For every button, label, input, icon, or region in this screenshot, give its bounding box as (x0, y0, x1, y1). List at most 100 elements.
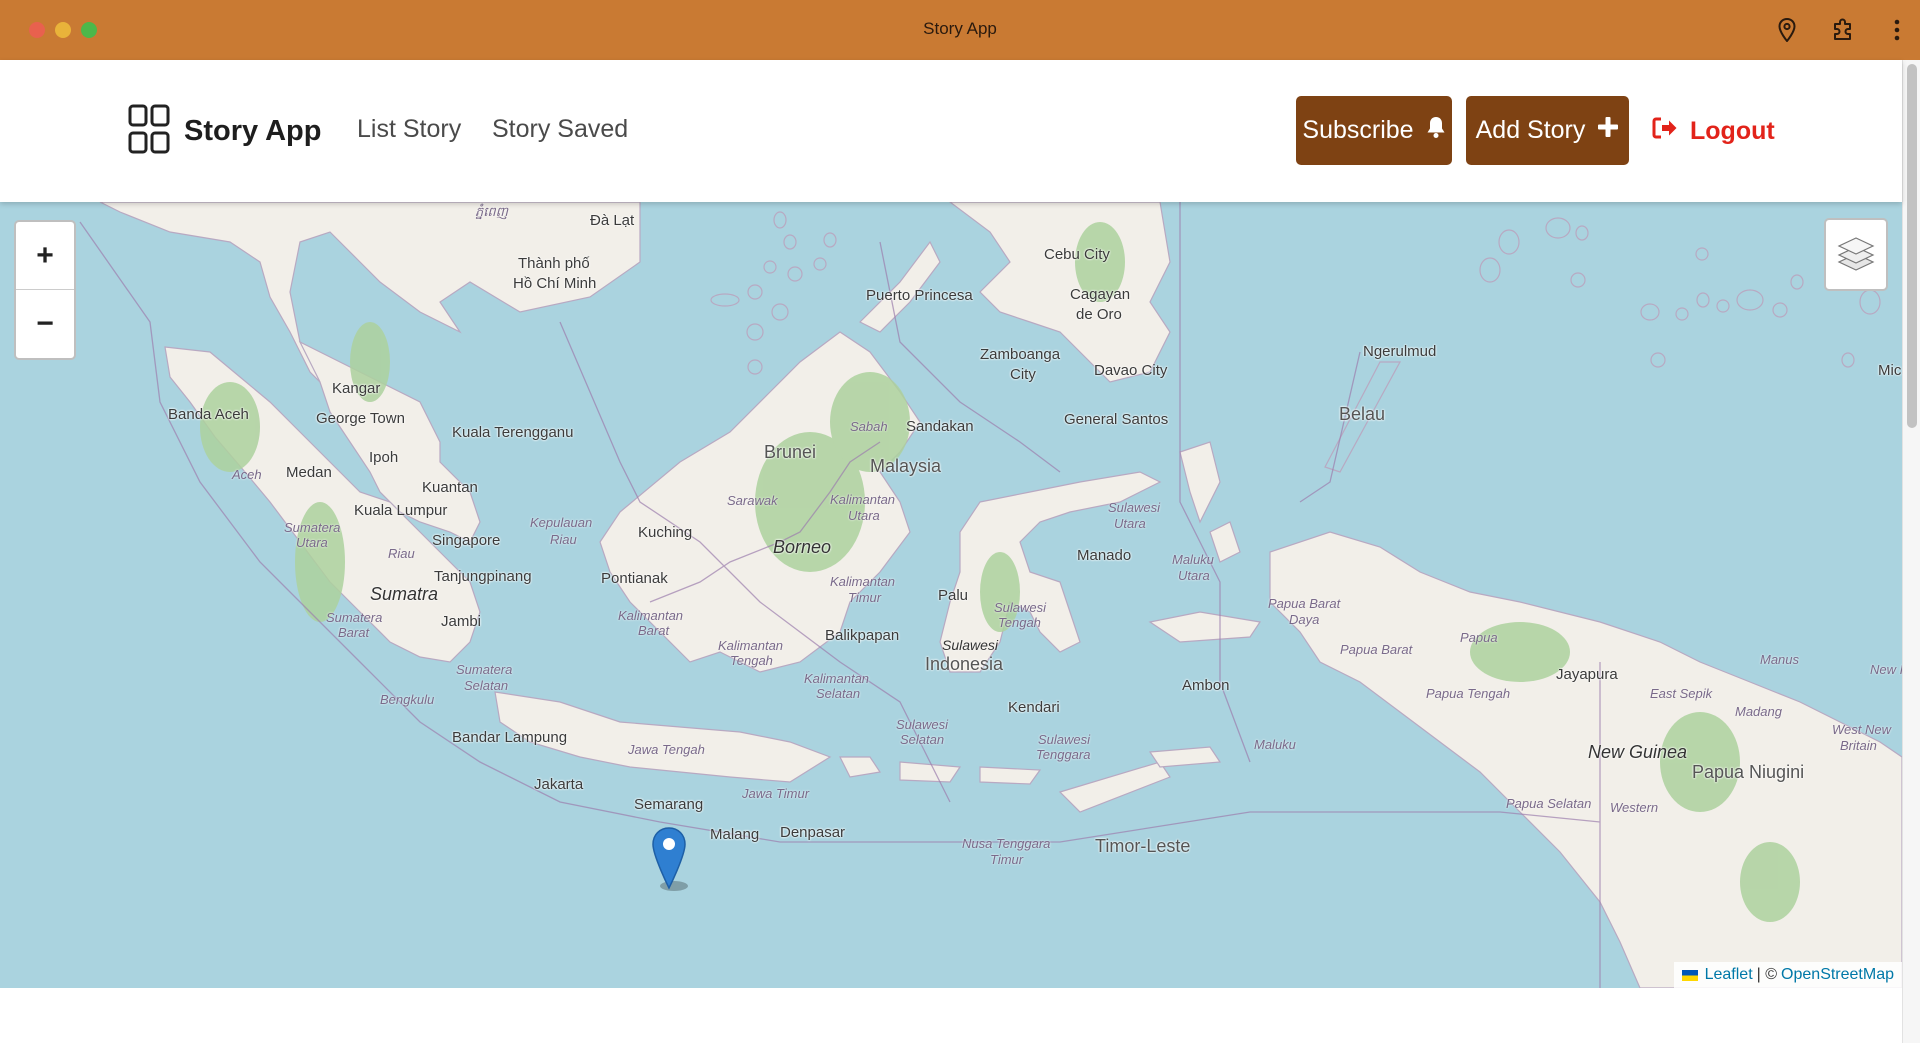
map-label: Riau (388, 546, 415, 561)
puzzle-extension-icon[interactable] (1828, 15, 1858, 45)
map-label: Jambi (441, 613, 482, 630)
location-pin-icon[interactable] (1772, 15, 1802, 45)
map-label: Kuala Terengganu (452, 424, 574, 441)
map-label: Kalimantan (804, 671, 870, 686)
map-label: Kalimantan (618, 608, 684, 623)
map-label: Sulawesi (896, 717, 949, 732)
map-label: Jawa Timur (742, 786, 810, 801)
zoom-control: + − (14, 220, 76, 360)
map-label: Utara (848, 508, 880, 523)
leaflet-link[interactable]: Leaflet (1705, 966, 1753, 984)
add-story-button[interactable]: Add Story (1466, 96, 1629, 165)
map-label: Semarang (634, 796, 704, 813)
map-label: Kepulauan (530, 515, 593, 530)
window-titlebar: Story App (0, 0, 1920, 60)
map-label: Utara (1178, 568, 1210, 583)
map-label: Medan (286, 464, 332, 481)
kebab-menu-icon[interactable] (1882, 15, 1912, 45)
map-label: Ambon (1182, 677, 1230, 694)
map-label: Malaysia (870, 456, 942, 476)
map-label: Kuantan (422, 479, 478, 496)
map-label: Kalimantan (718, 638, 784, 653)
layers-control-button[interactable] (1824, 218, 1888, 291)
map-label: Nusa Tenggara (962, 836, 1051, 851)
map-label: de Oro (1076, 306, 1122, 323)
map-label: West New (1832, 722, 1891, 737)
map-label: Sulawesi (994, 600, 1047, 615)
grid-icon (128, 104, 170, 159)
map-label: Western (1610, 800, 1659, 815)
map-label: Sumatra (370, 584, 439, 604)
map-label: Kendari (1008, 699, 1060, 716)
map-label: Pontianak (601, 570, 668, 587)
app-header: Story App List Story Story Saved Subscri… (0, 60, 1902, 202)
map-label: Palu (938, 587, 969, 604)
map-label: Ipoh (369, 449, 399, 466)
map-label: Puerto Princesa (866, 287, 973, 304)
map-label: Jayapura (1556, 666, 1618, 683)
map-label: Papua Tengah (1426, 686, 1511, 701)
map-label: Banda Aceh (168, 406, 249, 423)
map-label: Maluku (1254, 737, 1296, 752)
map-label: Sabah (850, 419, 888, 434)
bell-icon (1426, 115, 1446, 146)
scrollbar-thumb[interactable] (1907, 64, 1917, 428)
brand[interactable]: Story App (128, 104, 321, 158)
nav-list-story[interactable]: List Story (357, 115, 461, 144)
map-label: East Sepik (1650, 686, 1713, 701)
attribution-separator: | © (1756, 966, 1778, 983)
openstreetmap-link[interactable]: OpenStreetMap (1781, 966, 1894, 984)
sign-out-icon (1652, 117, 1678, 146)
map-label: Papua Niugini (1692, 762, 1805, 782)
map-label: Selatan (816, 686, 861, 701)
logout-button[interactable]: Logout (1652, 114, 1775, 148)
map-label: Barat (638, 623, 670, 638)
map-label: New Guinea (1588, 742, 1688, 762)
map-label: Sarawak (727, 493, 778, 508)
map-label: Riau (550, 532, 577, 547)
map-label: Papua Selatan (1506, 796, 1592, 811)
map-label: Timor-Leste (1095, 836, 1191, 856)
map-label: Borneo (773, 537, 832, 557)
map-label: Papua (1460, 630, 1498, 645)
map-label: City (1010, 366, 1036, 383)
map[interactable]: Đà Lạt ភ្នំពេញ Thành phố Hồ Chí Minh Ceb… (0, 202, 1902, 988)
window-title: Story App (923, 19, 997, 38)
map-label: Selatan (900, 732, 945, 747)
map-label: Denpasar (780, 824, 846, 841)
map-label: Sulawesi (942, 637, 999, 653)
map-label: Utara (296, 535, 328, 550)
map-label: Ngerulmud (1363, 343, 1437, 360)
ukraine-flag-icon (1681, 969, 1698, 981)
map-label: Bengkulu (380, 692, 435, 707)
map-label: New I (1870, 662, 1902, 677)
map-label: Thành phố (518, 255, 590, 272)
map-label: Papua Barat (1268, 596, 1341, 611)
map-label: Hồ Chí Minh (513, 275, 597, 292)
map-label: Kalimantan (830, 492, 896, 507)
map-label: Kangar (332, 380, 381, 397)
map-label: Manus (1760, 652, 1800, 667)
map-label: Tengah (998, 615, 1041, 630)
map-label: Timur (848, 590, 882, 605)
map-label: Aceh (232, 467, 262, 482)
map-label: Sulawesi (1108, 500, 1161, 515)
map-label: Zamboanga (980, 346, 1061, 363)
map-marker-icon[interactable] (650, 826, 688, 892)
map-label: Cebu City (1044, 246, 1110, 263)
subscribe-button[interactable]: Subscribe (1296, 96, 1452, 165)
zoom-out-button[interactable]: − (16, 290, 74, 358)
nav-story-saved[interactable]: Story Saved (492, 115, 628, 144)
map-label: ភ្នំពេញ (475, 204, 509, 219)
map-label: Britain (1840, 738, 1877, 753)
map-label: Cagayan (1070, 286, 1131, 303)
zoom-in-button[interactable]: + (16, 222, 74, 290)
map-label: George Town (316, 410, 405, 427)
brand-name: Story App (184, 114, 322, 147)
map-label: Balikpapan (825, 627, 900, 644)
map-label: Brunei (764, 442, 817, 462)
map-label: General Santos (1064, 411, 1169, 428)
page-scrollbar[interactable] (1902, 60, 1920, 1043)
map-label: Sulawesi (1038, 732, 1091, 747)
map-label: Kuala Lumpur (354, 502, 448, 519)
